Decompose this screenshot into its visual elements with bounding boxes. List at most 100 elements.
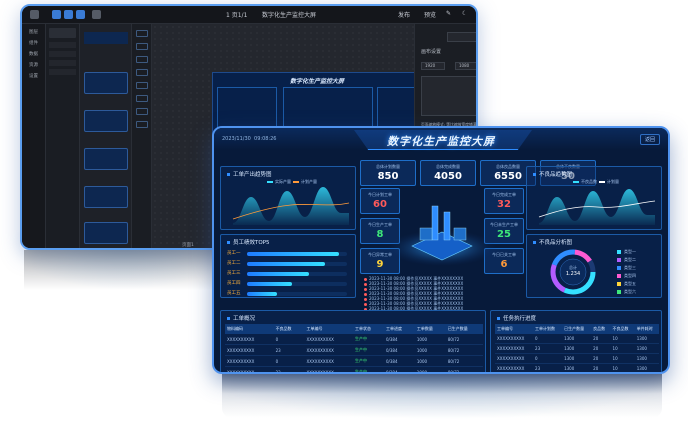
preview-title: 数字化生产监控大屏 (289, 78, 344, 85)
tasks-table: 工单编号 工单计划数 已生产数量 良品数 不良品数 单件耗时 XXXXXXXXXX 0 1300… (495, 324, 659, 372)
rank-row: 员工三 (227, 269, 355, 279)
column-header[interactable]: 工单数量 (414, 324, 446, 334)
table-cell: 生产中 (353, 344, 384, 356)
staff-rank-panel: 员工绩效TOP5 员工一 员工二 员工三 员工四 员工五 (220, 234, 356, 298)
table-cell: 1000 (414, 344, 446, 356)
column-header[interactable]: 工单进度 (383, 324, 415, 334)
column-header[interactable]: 工单编号 (304, 324, 354, 334)
column-header[interactable]: 不良品数 (273, 324, 305, 334)
layer-thumb[interactable] (135, 121, 148, 128)
rank-bar (247, 262, 325, 266)
donut-legend: 类型一 类型二 类型三 类型四 类型五 类型六 (617, 249, 636, 297)
table-cell: 10 (610, 334, 635, 344)
canvas-select[interactable] (447, 32, 476, 42)
layer-thumb[interactable] (135, 56, 148, 63)
save-icon[interactable] (76, 10, 85, 19)
column-header[interactable]: 良品数 (591, 324, 611, 334)
layer-thumb[interactable] (135, 82, 148, 89)
layer-row[interactable] (49, 42, 76, 48)
table-cell: 1300 (634, 343, 659, 354)
table-row[interactable]: XXXXXXXXXX 0 XXXXXXXXXX 生产中 0/384 1000 80/72 (225, 355, 483, 367)
component-thumb[interactable] (84, 186, 128, 208)
legend-swatch (617, 290, 621, 294)
legend-item: 类型四 (617, 273, 636, 279)
table-cell: 80/72 (445, 334, 483, 345)
page-tab[interactable]: 页面1 (182, 242, 194, 248)
grid-icon[interactable] (64, 10, 73, 19)
component-thumb[interactable] (84, 32, 128, 44)
kpi-value: 850 (377, 171, 399, 182)
table-cell: 10 (610, 363, 635, 372)
rank-bar (247, 292, 277, 296)
table-cell: XXXXXXXXXX (495, 363, 534, 372)
publish-button[interactable]: 发布 (398, 10, 410, 19)
sidebar-item-layers[interactable]: 图层 (22, 29, 45, 35)
layer-thumb[interactable] (135, 43, 148, 50)
table-cell: XXXXXXXXXX (304, 366, 354, 372)
sidebar-item-resources[interactable]: 资源 (22, 62, 45, 68)
layers-panel (46, 24, 80, 248)
table-cell: 0 (273, 355, 305, 367)
donut-center-value: 1.234 (565, 271, 581, 277)
panel-title: 员工绩效TOP5 (227, 238, 270, 246)
table-cell: 23 (273, 344, 305, 356)
column-header[interactable]: 已生产数量 (562, 324, 592, 334)
sidebar-item-components[interactable]: 组件 (22, 40, 45, 46)
layer-thumb[interactable] (135, 30, 148, 37)
table-cell: 1300 (562, 343, 592, 354)
table-cell: 23 (533, 343, 563, 354)
background-preview[interactable] (421, 76, 476, 116)
rank-row: 员工一 (227, 249, 355, 259)
column-header[interactable]: 工单编号 (495, 324, 534, 334)
table-row[interactable]: XXXXXXXXXX 23 XXXXXXXXXX 生产中 0/384 1000 80/72 (225, 366, 483, 372)
preview-button[interactable]: 预览 (424, 10, 436, 19)
layer-row[interactable] (49, 51, 76, 57)
legend-swatch (617, 282, 621, 286)
tools-icon[interactable]: ✎ (446, 10, 451, 17)
table-row[interactable]: XXXXXXXXXX 23 XXXXXXXXXX 生产中 0/384 1000 80/72 (225, 344, 483, 356)
table-cell: XXXXXXXXXX (304, 334, 354, 345)
column-header[interactable]: 单件耗时 (634, 324, 659, 334)
area-series (233, 187, 349, 225)
reflection (24, 250, 214, 290)
add-icon[interactable] (92, 10, 101, 19)
layer-thumb[interactable] (135, 95, 148, 102)
column-header[interactable]: 不良品数 (610, 324, 635, 334)
column-header[interactable]: 工单计划数 (533, 324, 563, 334)
layout-icon[interactable] (52, 10, 61, 19)
back-button[interactable]: 返回 (639, 134, 660, 145)
theme-icon[interactable]: ☾ (462, 10, 467, 17)
table-row[interactable]: XXXXXXXXXX 23 1300 20 10 1300 (495, 343, 659, 354)
column-header[interactable]: 物料编码 (225, 324, 274, 334)
column-header[interactable]: 已生产数量 (445, 324, 483, 334)
table-cell: 80/72 (445, 366, 483, 372)
legend-swatch (617, 258, 621, 262)
dashboard-window: 数字化生产监控大屏 2023/11/30 09:08:26 返回 工单产出趋势图… (212, 126, 670, 374)
orders-table: 物料编码 不良品数 工单编号 工单状态 工单进度 工单数量 已生产数量 XXXXXXXXXX 0… (225, 324, 483, 372)
components-panel (80, 24, 132, 248)
table-row[interactable]: XXXXXXXXXX 0 XXXXXXXXXX 生产中 0/384 1000 80/72 (225, 334, 483, 345)
component-thumb[interactable] (84, 110, 128, 132)
panel-title: 工单概况 (227, 314, 255, 322)
home-icon[interactable] (30, 10, 39, 19)
table-row[interactable]: XXXXXXXXXX 23 1300 20 10 1300 (495, 363, 659, 372)
kpi-value: 4050 (434, 171, 462, 182)
layer-row[interactable] (49, 69, 76, 75)
column-header[interactable]: 工单状态 (353, 324, 384, 334)
table-cell: 1000 (414, 355, 446, 367)
layer-thumb[interactable] (135, 69, 148, 76)
table-row[interactable]: XXXXXXXXXX 0 1300 20 10 1300 (495, 353, 659, 364)
legend-item: 类型三 (617, 265, 636, 271)
sidebar-item-settings[interactable]: 设置 (22, 73, 45, 79)
component-thumb[interactable] (84, 72, 128, 94)
layers-search[interactable] (49, 28, 76, 38)
sidebar-item-data[interactable]: 数据 (22, 51, 45, 57)
component-thumb[interactable] (84, 222, 128, 244)
table-header: 工单编号 工单计划数 已生产数量 良品数 不良品数 单件耗时 (495, 324, 659, 334)
component-thumb[interactable] (84, 148, 128, 170)
legend-label: 类型三 (624, 265, 636, 270)
layer-row[interactable] (49, 60, 76, 66)
date: 2023/11/30 (222, 136, 251, 142)
layer-thumb[interactable] (135, 108, 148, 115)
table-row[interactable]: XXXXXXXXXX 0 1300 20 10 1300 (495, 334, 659, 344)
